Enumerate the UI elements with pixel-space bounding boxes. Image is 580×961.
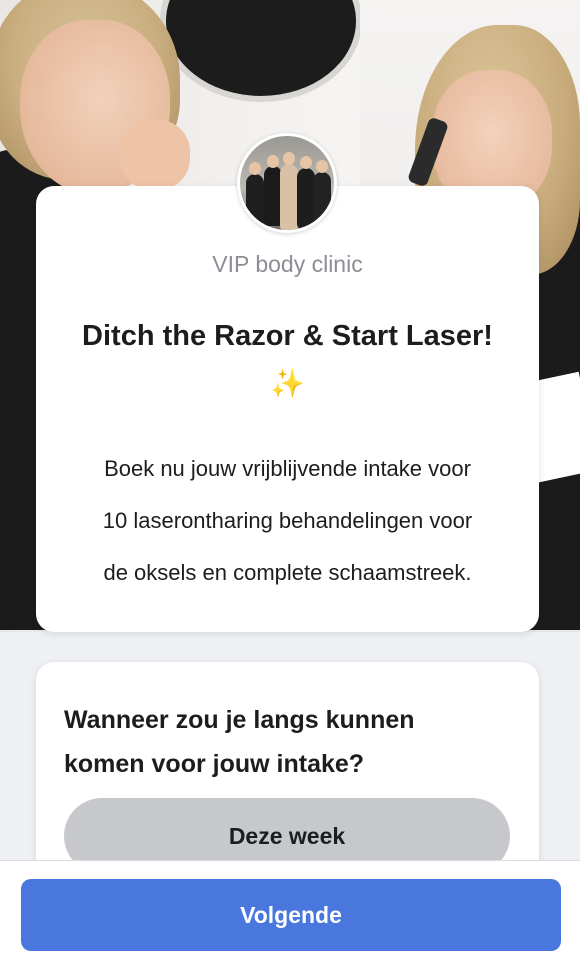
avatar-head	[249, 162, 261, 175]
footer-bar: Volgende	[0, 860, 580, 961]
avatar-figure	[280, 164, 298, 230]
mirror	[160, 0, 362, 102]
intro-description-line: 10 laserontharing behandelingen voor	[102, 508, 473, 533]
intro-headline: Ditch the Razor & Start Laser!	[82, 320, 493, 352]
sparkles-icon: ✨	[270, 368, 305, 399]
avatar-head	[283, 152, 295, 165]
intro-description-line: de oksels en complete schaamstreek.	[103, 560, 472, 585]
avatar-head	[300, 156, 312, 169]
question-title: Wanneer zou je langs kunnen komen voor j…	[64, 698, 504, 786]
next-button[interactable]: Volgende	[21, 879, 561, 951]
avatar-head	[267, 155, 279, 168]
avatar-photo	[240, 136, 334, 230]
avatar-head	[316, 160, 328, 173]
avatar-figure	[246, 174, 264, 226]
intro-description: Boek nu jouw vrijblijvende intake voor 1…	[60, 443, 515, 599]
avatar-figure	[313, 172, 331, 226]
clinic-avatar	[237, 133, 337, 233]
question-title-line: Wanneer zou je langs kunnen	[64, 706, 415, 734]
clinic-name: VIP body clinic	[212, 251, 363, 277]
intro-description-line: Boek nu jouw vrijblijvende intake voor	[104, 456, 471, 481]
woman-left-hand	[120, 120, 190, 190]
question-title-line: komen voor jouw intake?	[64, 750, 365, 778]
